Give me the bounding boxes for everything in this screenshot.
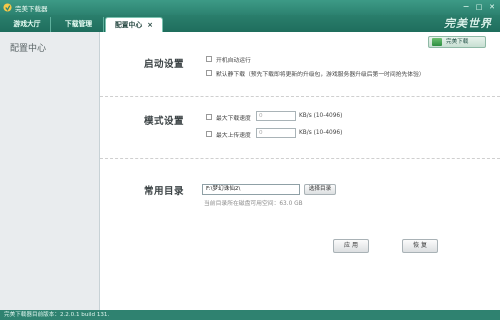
directory-path-input[interactable]: F:\梦幻诛仙2\: [202, 184, 300, 195]
autostart-label: 开机自动运行: [216, 58, 251, 64]
sidebar: 配置中心: [0, 32, 100, 310]
tab-label: 下载管理: [64, 20, 93, 28]
autostart-checkbox[interactable]: [206, 56, 212, 62]
tab-download-manager[interactable]: 下载管理: [54, 17, 104, 32]
minimize-button[interactable]: −: [460, 2, 472, 12]
maximize-button[interactable]: □: [473, 2, 485, 12]
silent-download-label: 默认静下载（预先下载即将更新的升级包，游戏服务器升级后第一时间抢先体验）: [216, 72, 425, 78]
directory-title: 常用目录: [144, 186, 185, 197]
brand-logo: 完美世界: [444, 17, 492, 30]
close-button[interactable]: ✕: [486, 2, 498, 12]
tab-game-hall[interactable]: 游戏大厅: [4, 17, 51, 32]
max-upload-input[interactable]: 0: [256, 128, 296, 138]
max-download-label: 最大下载速度: [216, 116, 251, 122]
skin-icon: [432, 38, 442, 46]
app-logo-icon: [3, 3, 12, 12]
restore-button[interactable]: 恢 复: [402, 239, 438, 253]
max-upload-label: 最大上传速度: [216, 133, 251, 139]
section-divider: [100, 96, 500, 97]
browse-directory-button[interactable]: 选择目录: [304, 184, 336, 195]
tab-bar: 游戏大厅 下载管理 配置中心 × 完美世界: [0, 15, 500, 32]
tab-config-center[interactable]: 配置中心 ×: [105, 17, 163, 32]
title-bar: 完美下载器 − □ ✕: [0, 0, 500, 15]
max-upload-checkbox[interactable]: [206, 131, 212, 137]
window-title: 完美下载器: [15, 5, 48, 13]
silent-download-checkbox[interactable]: [206, 70, 212, 76]
max-download-checkbox[interactable]: [206, 114, 212, 120]
status-bar: 完美下载器目前版本：2.2.0.1 build 131.: [0, 310, 500, 320]
apply-button[interactable]: 应 用: [333, 239, 369, 253]
section-divider: [100, 158, 500, 159]
tab-close-icon[interactable]: ×: [147, 21, 153, 29]
max-download-input[interactable]: 0: [256, 111, 296, 121]
free-space-text: 当前目录所在磁盘可用空间：63.0 GB: [204, 201, 303, 207]
max-download-unit: KB/s (10-4096): [299, 113, 343, 119]
tab-label: 游戏大厅: [13, 20, 41, 28]
mode-settings-title: 模式设置: [144, 116, 185, 127]
skin-button[interactable]: 完美下载: [428, 36, 486, 48]
tab-label: 配置中心: [114, 21, 143, 29]
sidebar-item-config-center[interactable]: 配置中心: [10, 41, 46, 54]
startup-settings-title: 启动设置: [144, 59, 185, 70]
skin-button-label: 完美下载: [446, 39, 469, 45]
max-upload-unit: KB/s (10-4096): [299, 130, 343, 136]
